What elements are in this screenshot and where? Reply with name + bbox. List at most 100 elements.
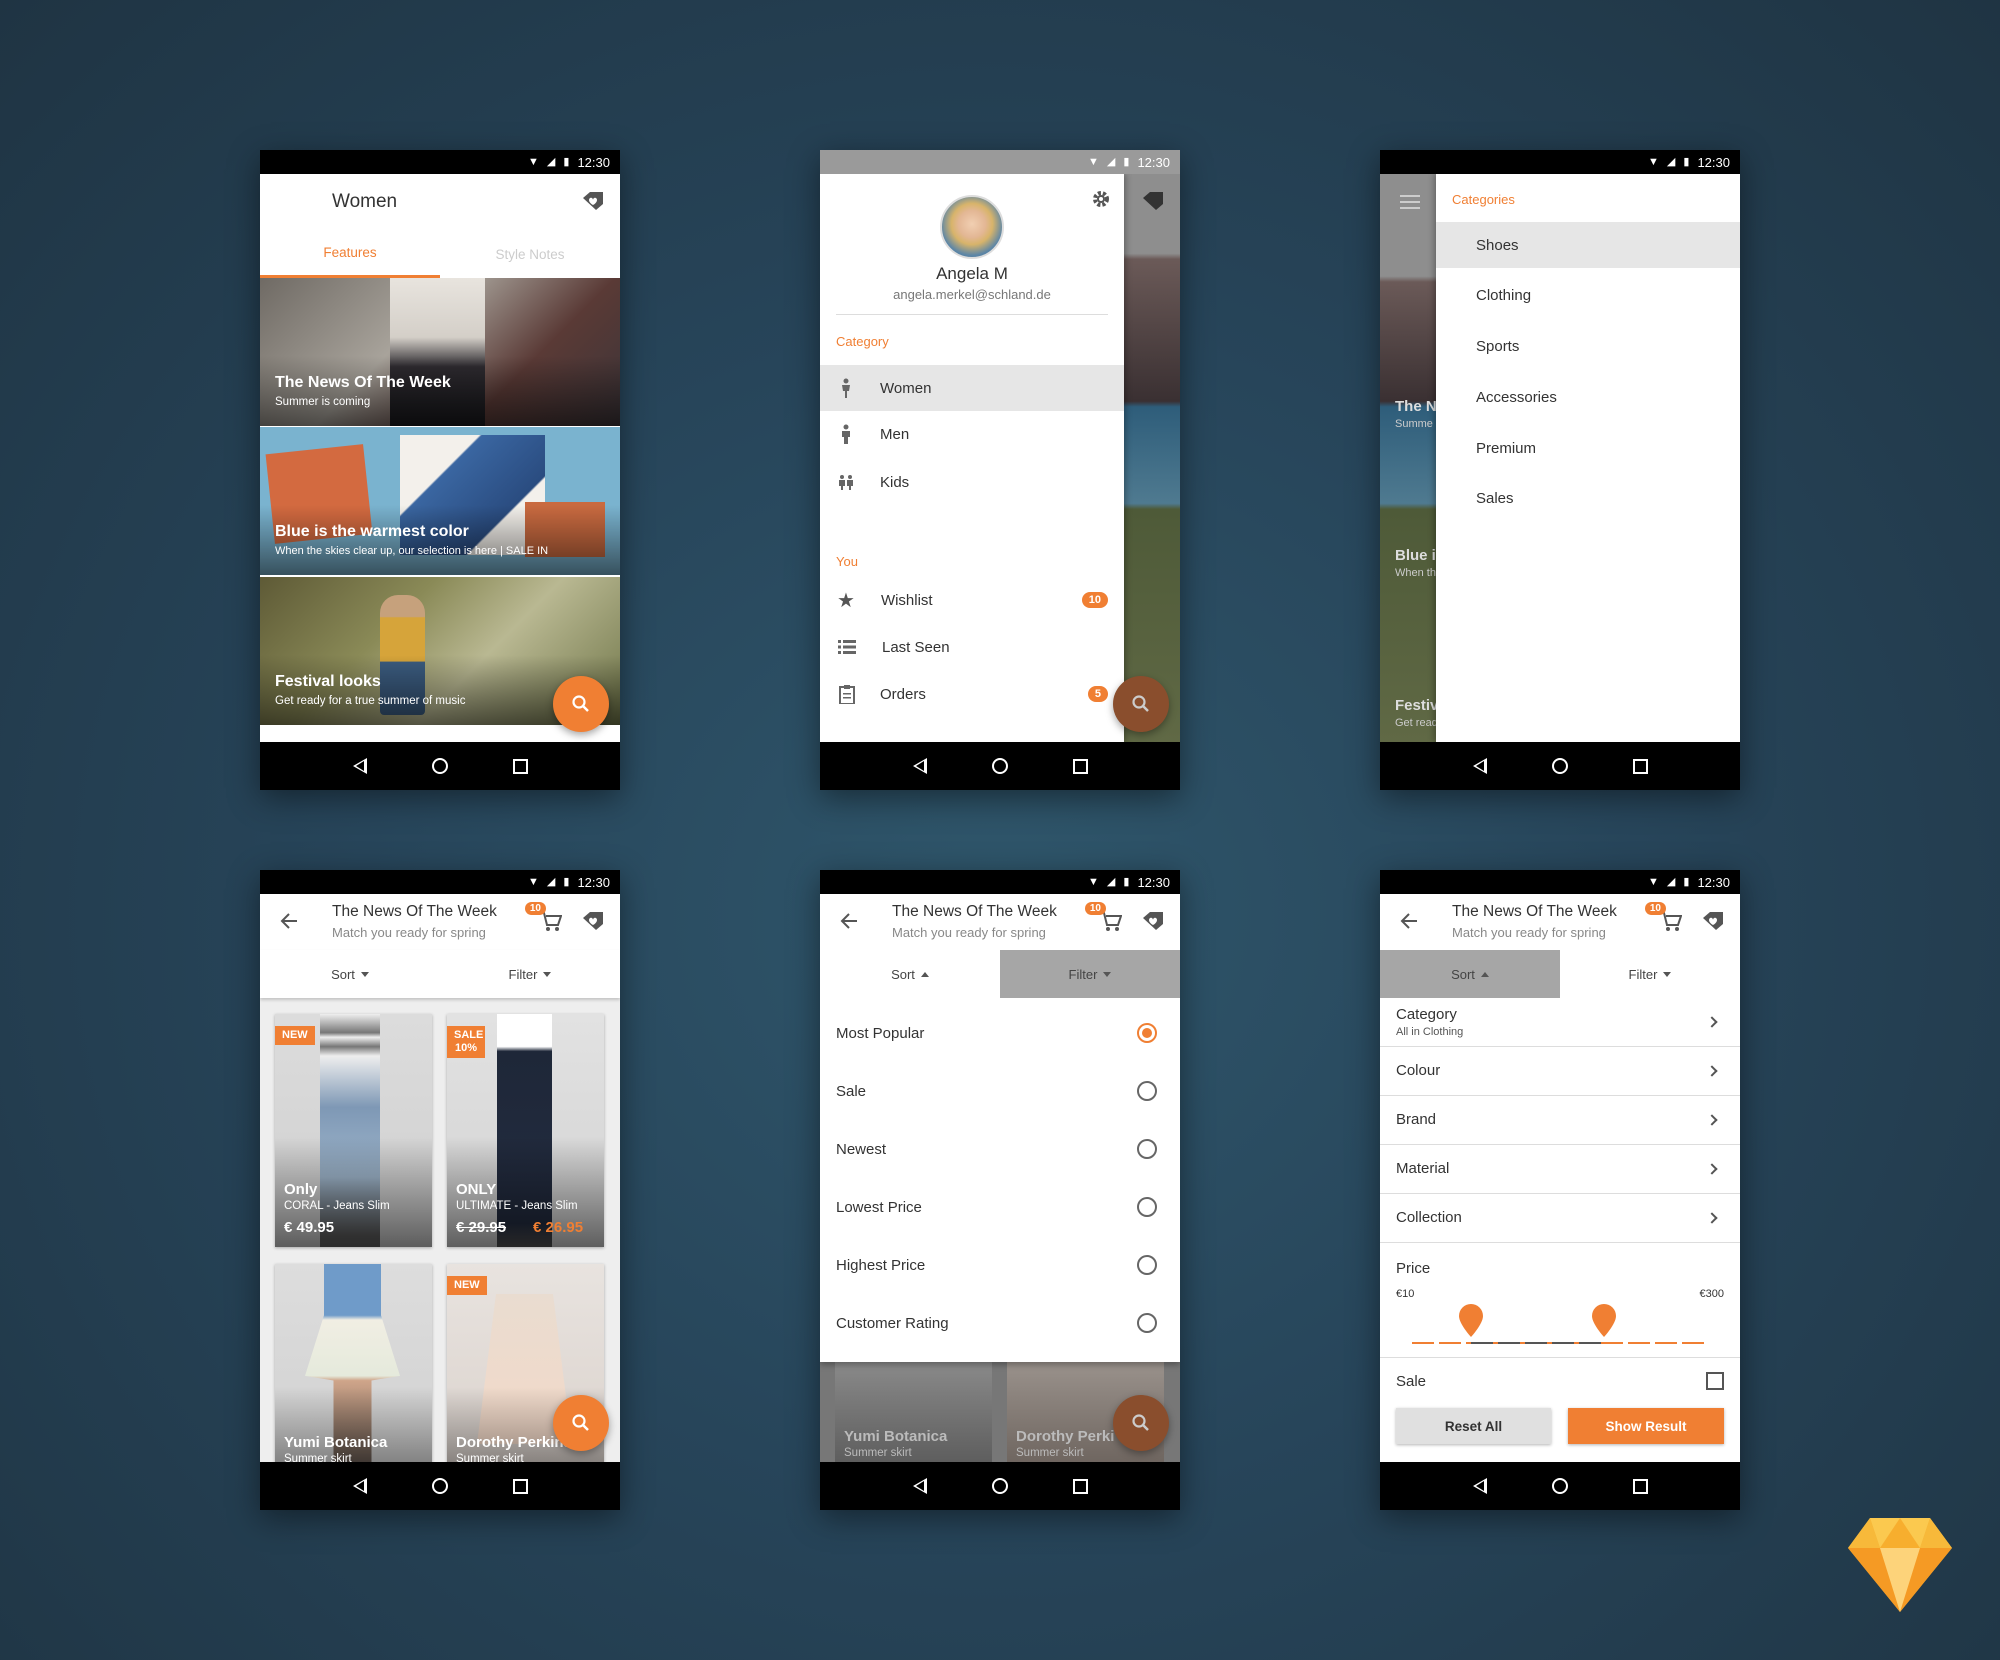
category-item-sales[interactable]: Sales bbox=[1436, 475, 1740, 521]
home-nav-icon[interactable] bbox=[1551, 758, 1568, 774]
drawer-item-women[interactable]: Women bbox=[820, 365, 1124, 411]
home-nav-icon[interactable] bbox=[1551, 1478, 1568, 1494]
filter-row-colour[interactable]: Colour bbox=[1380, 1047, 1740, 1095]
back-arrow-icon[interactable] bbox=[280, 912, 298, 930]
tab-features-label: Features bbox=[323, 245, 377, 260]
menu-icon[interactable] bbox=[1400, 195, 1420, 209]
wishlist-tag-icon[interactable] bbox=[1702, 912, 1724, 930]
system-nav-bar bbox=[260, 1462, 620, 1510]
sort-option-highest-price[interactable]: Highest Price bbox=[820, 1248, 1180, 1282]
filter-label: Filter bbox=[1628, 966, 1658, 982]
filter-category-value: All in Clothing bbox=[1396, 1026, 1464, 1038]
slider-thumb-high[interactable] bbox=[1591, 1304, 1617, 1338]
bg-product-brand: Yumi Botanica bbox=[844, 1428, 948, 1445]
recent-apps-icon[interactable] bbox=[512, 1478, 528, 1494]
back-nav-icon[interactable] bbox=[1472, 1478, 1487, 1494]
sort-filter-bar: Sort Filter bbox=[1380, 950, 1740, 998]
back-nav-icon[interactable] bbox=[912, 758, 927, 774]
filter-button[interactable]: Filter bbox=[1560, 950, 1740, 998]
menu-icon[interactable] bbox=[280, 195, 300, 209]
radio-selected[interactable] bbox=[1137, 1023, 1157, 1043]
settings-gear-icon[interactable] bbox=[1091, 189, 1111, 209]
category-item-accessories[interactable]: Accessories bbox=[1436, 374, 1740, 420]
back-nav-icon[interactable] bbox=[352, 1478, 367, 1494]
category-item-premium[interactable]: Premium bbox=[1436, 425, 1740, 471]
category-item-sports[interactable]: Sports bbox=[1436, 323, 1740, 369]
avatar[interactable] bbox=[940, 195, 1004, 259]
category-item-shoes[interactable]: Shoes bbox=[1436, 222, 1740, 268]
tab-features[interactable]: Features bbox=[260, 230, 440, 278]
page-title: The News Of The Week bbox=[892, 903, 1057, 920]
feature-card-news[interactable]: The News Of The Week Summer is coming bbox=[260, 278, 620, 426]
radio[interactable] bbox=[1137, 1081, 1157, 1101]
search-fab[interactable] bbox=[553, 1395, 609, 1451]
drawer-item-wishlist[interactable]: ★ Wishlist 10 bbox=[820, 577, 1124, 623]
radio[interactable] bbox=[1137, 1139, 1157, 1159]
wishlist-tag-icon[interactable] bbox=[582, 912, 604, 930]
back-nav-icon[interactable] bbox=[912, 1478, 927, 1494]
wishlist-tag-icon[interactable] bbox=[582, 192, 604, 210]
category-item-clothing[interactable]: Clothing bbox=[1436, 272, 1740, 318]
recent-apps-icon[interactable] bbox=[1632, 1478, 1648, 1494]
home-nav-icon[interactable] bbox=[991, 758, 1008, 774]
filter-row-material[interactable]: Material bbox=[1380, 1145, 1740, 1193]
divider bbox=[1380, 1357, 1740, 1358]
drawer-item-kids[interactable]: Kids bbox=[820, 459, 1124, 505]
filter-row-category[interactable]: Category All in Clothing bbox=[1380, 998, 1740, 1046]
sort-option-sale[interactable]: Sale bbox=[820, 1074, 1180, 1108]
search-fab[interactable] bbox=[1113, 676, 1169, 732]
system-nav-bar bbox=[1380, 742, 1740, 790]
sort-button[interactable]: Sort bbox=[1380, 950, 1560, 998]
reset-all-button[interactable]: Reset All bbox=[1396, 1408, 1551, 1444]
home-nav-icon[interactable] bbox=[431, 1478, 448, 1494]
filter-row-collection[interactable]: Collection bbox=[1380, 1194, 1740, 1242]
cart-icon[interactable] bbox=[1100, 912, 1122, 932]
sale-checkbox[interactable] bbox=[1706, 1372, 1724, 1390]
search-fab[interactable] bbox=[553, 676, 609, 732]
feature-card-blue[interactable]: Blue is the warmest color When the skies… bbox=[260, 427, 620, 575]
sort-option-customer-rating[interactable]: Customer Rating bbox=[820, 1306, 1180, 1340]
sort-option-newest[interactable]: Newest bbox=[820, 1132, 1180, 1166]
caret-down-icon bbox=[1663, 971, 1672, 977]
radio[interactable] bbox=[1137, 1313, 1157, 1333]
cart-icon[interactable] bbox=[540, 912, 562, 932]
recent-apps-icon[interactable] bbox=[1072, 758, 1088, 774]
radio[interactable] bbox=[1137, 1255, 1157, 1275]
slider-thumb-low[interactable] bbox=[1458, 1304, 1484, 1338]
wishlist-tag-icon[interactable] bbox=[1142, 912, 1164, 930]
recent-apps-icon[interactable] bbox=[512, 758, 528, 774]
sort-option-most-popular[interactable]: Most Popular bbox=[820, 1016, 1180, 1050]
app-bar: The News Of The Week Match you ready for… bbox=[260, 894, 620, 950]
product-card[interactable]: NEW Only CORAL - Jeans Slim € 49.95 bbox=[275, 1014, 432, 1247]
back-arrow-icon[interactable] bbox=[1400, 912, 1418, 930]
sort-button[interactable]: Sort bbox=[820, 950, 1000, 998]
drawer-item-orders[interactable]: Orders 5 bbox=[820, 671, 1124, 717]
filter-button[interactable]: Filter bbox=[440, 950, 620, 998]
price-range-slider[interactable] bbox=[1412, 1298, 1708, 1348]
sort-option-lowest-price[interactable]: Lowest Price bbox=[820, 1190, 1180, 1224]
signal-icon: ◢ bbox=[1106, 875, 1116, 888]
wifi-icon: ▼ bbox=[1648, 875, 1659, 888]
back-arrow-icon[interactable] bbox=[840, 912, 858, 930]
search-fab[interactable] bbox=[1113, 1395, 1169, 1451]
sort-button[interactable]: Sort bbox=[260, 950, 440, 998]
drawer-item-men[interactable]: Men bbox=[820, 411, 1124, 457]
recent-apps-icon[interactable] bbox=[1632, 758, 1648, 774]
drawer-item-last-seen[interactable]: Last Seen bbox=[820, 624, 1124, 670]
system-nav-bar bbox=[820, 1462, 1180, 1510]
back-nav-icon[interactable] bbox=[352, 758, 367, 774]
filter-row-brand[interactable]: Brand bbox=[1380, 1096, 1740, 1144]
tab-style-notes[interactable]: Style Notes bbox=[440, 230, 620, 278]
back-nav-icon[interactable] bbox=[1472, 758, 1487, 774]
show-result-button[interactable]: Show Result bbox=[1568, 1408, 1724, 1444]
chevron-right-icon bbox=[1706, 1163, 1718, 1175]
home-nav-icon[interactable] bbox=[991, 1478, 1008, 1494]
cart-icon[interactable] bbox=[1660, 912, 1682, 932]
radio[interactable] bbox=[1137, 1197, 1157, 1217]
battery-icon: ▮ bbox=[1123, 875, 1130, 888]
recent-apps-icon[interactable] bbox=[1072, 1478, 1088, 1494]
product-card[interactable]: SALE 10% ONLY ULTIMATE - Jeans Slim € 29… bbox=[447, 1014, 604, 1247]
filter-button[interactable]: Filter bbox=[1000, 950, 1180, 998]
home-nav-icon[interactable] bbox=[431, 758, 448, 774]
filter-label: Filter bbox=[508, 966, 538, 982]
